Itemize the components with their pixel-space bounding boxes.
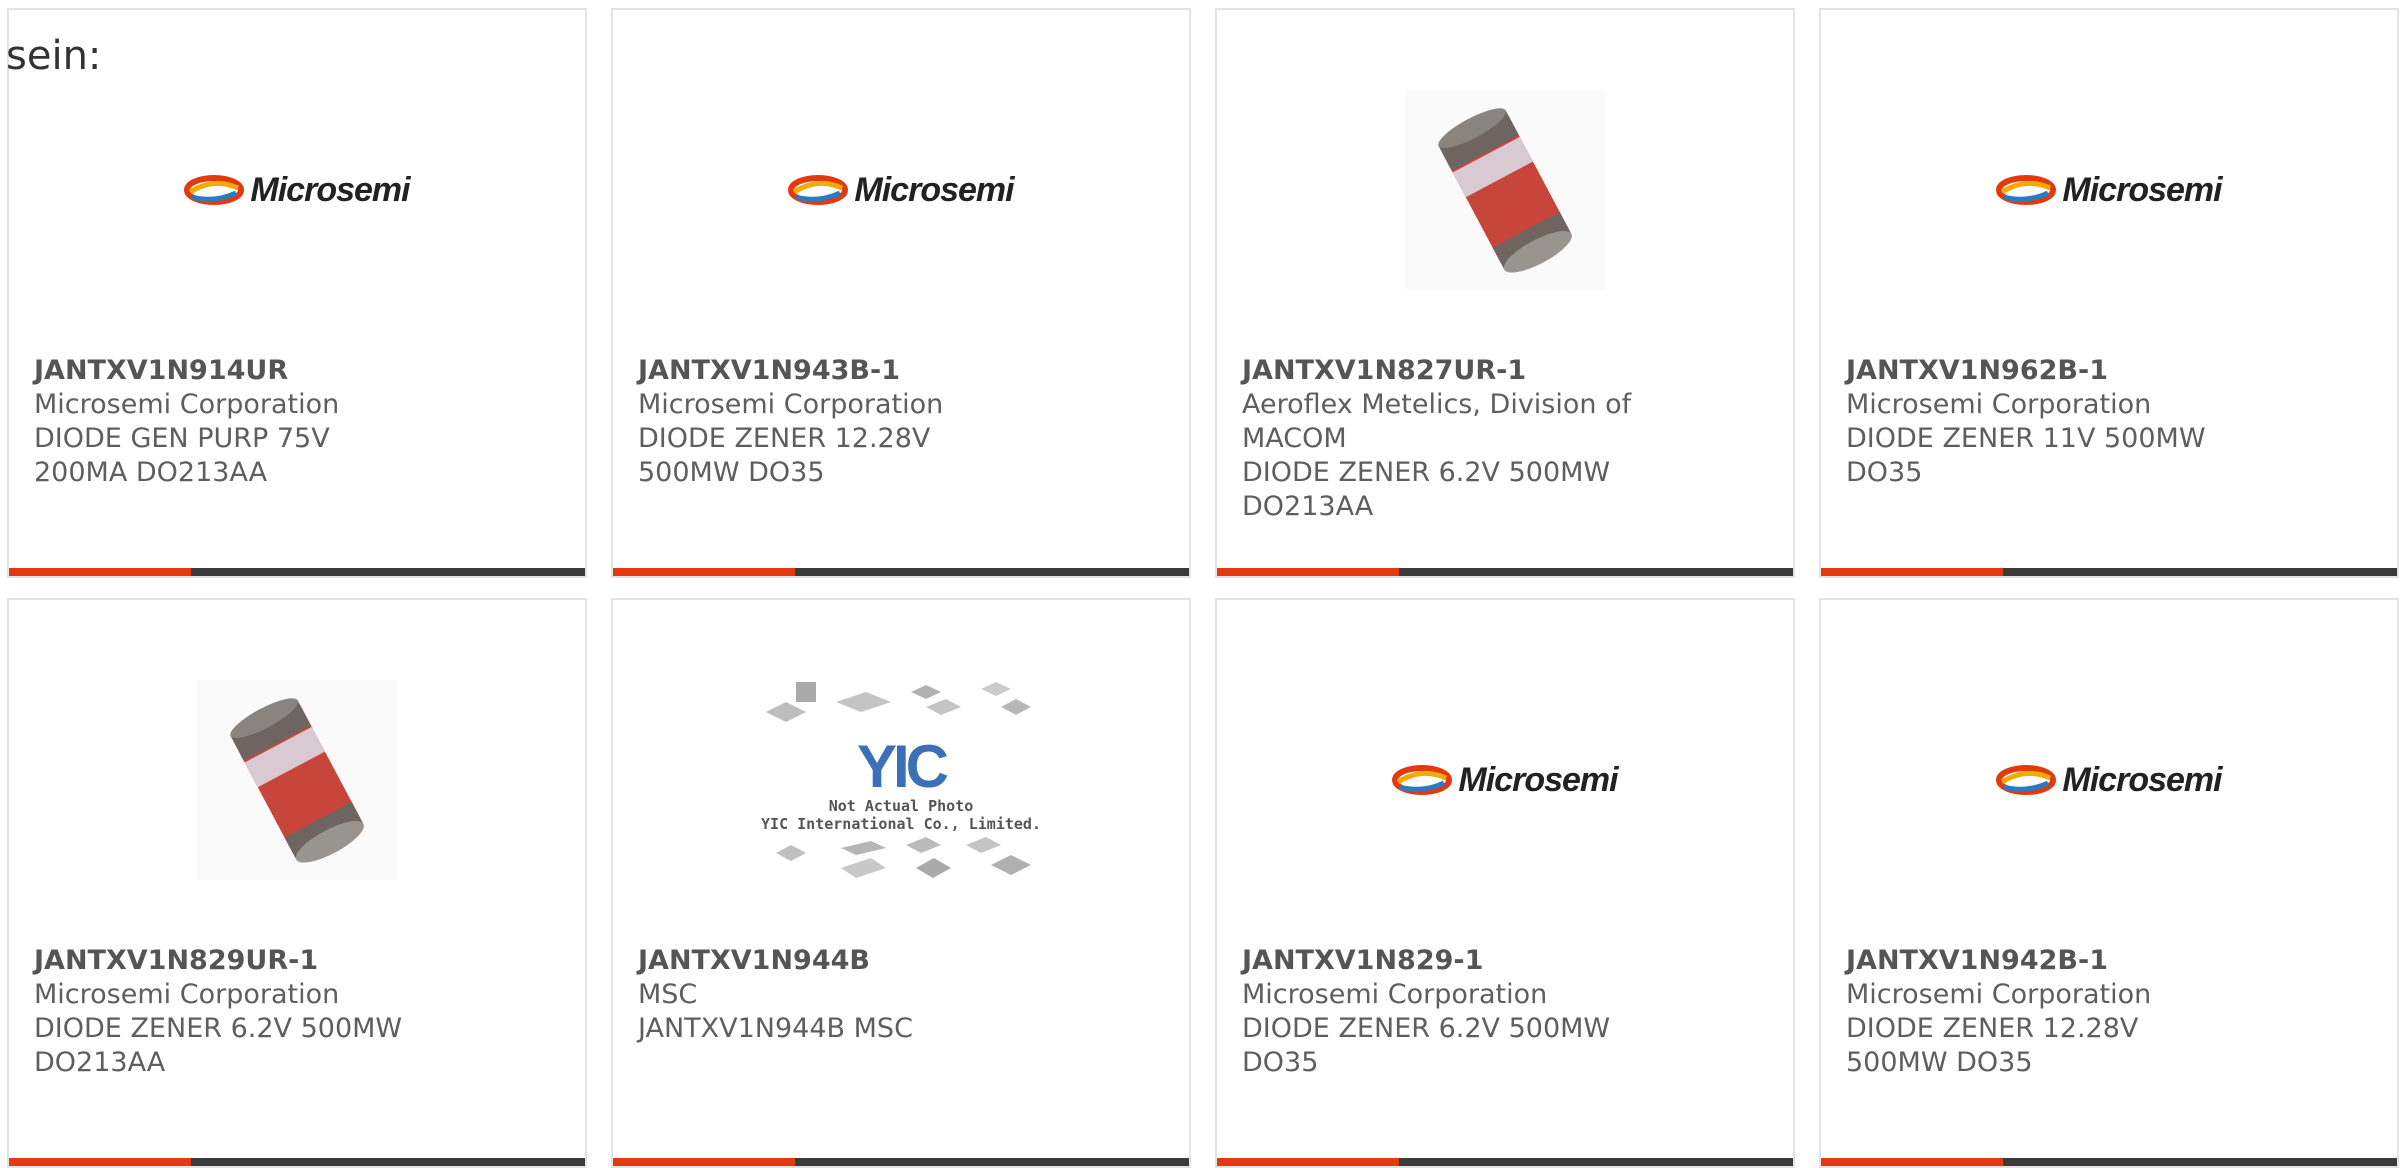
product-image: YIC Not Actual Photo YIC International C… bbox=[613, 660, 1189, 900]
manufacturer: MSC bbox=[638, 979, 698, 1010]
part-number[interactable]: JANTXV1N962B-1 bbox=[1846, 354, 2237, 388]
manufacturer: Microsemi Corporation bbox=[638, 389, 944, 420]
manufacturer: Microsemi Corporation bbox=[1846, 979, 2152, 1010]
diode-photo bbox=[197, 680, 397, 880]
description: DIODE ZENER 6.2V 500MW DO213AA bbox=[34, 1013, 403, 1078]
yic-caption-line2: YIC International Co., Limited. bbox=[761, 815, 1041, 833]
card-accent-bar bbox=[613, 568, 1189, 576]
microsemi-logo: Microsemi bbox=[184, 170, 411, 210]
product-card[interactable]: JANTXV1N829UR-1 Microsemi Corporation DI… bbox=[7, 598, 587, 1168]
product-card[interactable]: Microsemi JANTXV1N914UR Microsemi Corpor… bbox=[7, 8, 587, 578]
intro-text: sein: bbox=[6, 33, 102, 79]
product-card[interactable]: Microsemi JANTXV1N942B-1 Microsemi Corpo… bbox=[1819, 598, 2399, 1168]
part-number[interactable]: JANTXV1N829-1 bbox=[1242, 944, 1633, 978]
product-card[interactable]: Microsemi JANTXV1N962B-1 Microsemi Corpo… bbox=[1819, 8, 2399, 578]
yic-caption-line1: Not Actual Photo bbox=[828, 797, 974, 815]
product-image: Microsemi bbox=[9, 70, 585, 310]
card-accent-bar bbox=[613, 1158, 1189, 1166]
manufacturer: Microsemi Corporation bbox=[1242, 979, 1548, 1010]
card-accent-bar bbox=[1217, 568, 1793, 576]
card-accent-bar bbox=[9, 568, 585, 576]
manufacturer: Aeroflex Metelics, Division of MACOM bbox=[1242, 389, 1632, 454]
microsemi-logo: Microsemi bbox=[1996, 760, 2223, 800]
microsemi-logo: Microsemi bbox=[1996, 170, 2223, 210]
part-number[interactable]: JANTXV1N914UR bbox=[34, 354, 425, 388]
logo-text: Microsemi bbox=[2062, 760, 2222, 799]
yic-placeholder: YIC Not Actual Photo YIC International C… bbox=[761, 677, 1041, 883]
product-image: Microsemi bbox=[1217, 660, 1793, 900]
diode-photo bbox=[1405, 90, 1605, 290]
card-accent-bar bbox=[1821, 568, 2397, 576]
product-card[interactable]: Microsemi JANTXV1N943B-1 Microsemi Corpo… bbox=[611, 8, 1191, 578]
manufacturer: Microsemi Corporation bbox=[1846, 389, 2152, 420]
manufacturer: Microsemi Corporation bbox=[34, 389, 340, 420]
description: DIODE ZENER 6.2V 500MW DO213AA bbox=[1242, 457, 1611, 522]
description: DIODE ZENER 12.28V 500MW DO35 bbox=[1846, 1013, 2139, 1078]
card-accent-bar bbox=[1821, 1158, 2397, 1166]
product-card[interactable]: JANTXV1N827UR-1 Aeroflex Metelics, Divis… bbox=[1215, 8, 1795, 578]
microsemi-logo: Microsemi bbox=[1392, 760, 1619, 800]
part-number[interactable]: JANTXV1N944B bbox=[638, 944, 1029, 978]
part-number[interactable]: JANTXV1N942B-1 bbox=[1846, 944, 2237, 978]
chip-packages-icon bbox=[766, 682, 1031, 722]
product-card[interactable]: Microsemi JANTXV1N829-1 Microsemi Corpor… bbox=[1215, 598, 1795, 1168]
product-image bbox=[9, 660, 585, 900]
logo-text: Microsemi bbox=[250, 170, 410, 209]
description: DIODE ZENER 11V 500MW DO35 bbox=[1846, 423, 2206, 488]
description: DIODE GEN PURP 75V 200MA DO213AA bbox=[34, 423, 330, 488]
logo-text: Microsemi bbox=[1458, 760, 1618, 799]
part-number[interactable]: JANTXV1N829UR-1 bbox=[34, 944, 425, 978]
product-image: Microsemi bbox=[1821, 70, 2397, 310]
card-accent-bar bbox=[9, 1158, 585, 1166]
part-number[interactable]: JANTXV1N943B-1 bbox=[638, 354, 1029, 388]
product-image bbox=[1217, 70, 1793, 310]
description: DIODE ZENER 12.28V 500MW DO35 bbox=[638, 423, 931, 488]
logo-text: Microsemi bbox=[2062, 170, 2222, 209]
product-image: Microsemi bbox=[1821, 660, 2397, 900]
chip-packages-icon bbox=[776, 837, 1031, 878]
part-number[interactable]: JANTXV1N827UR-1 bbox=[1242, 354, 1633, 388]
manufacturer: Microsemi Corporation bbox=[34, 979, 340, 1010]
product-image: Microsemi bbox=[613, 70, 1189, 310]
card-accent-bar bbox=[1217, 1158, 1793, 1166]
description: DIODE ZENER 6.2V 500MW DO35 bbox=[1242, 1013, 1611, 1078]
logo-text: Microsemi bbox=[854, 170, 1014, 209]
description: JANTXV1N944B MSC bbox=[638, 1013, 913, 1044]
product-card[interactable]: YIC Not Actual Photo YIC International C… bbox=[611, 598, 1191, 1168]
microsemi-logo: Microsemi bbox=[788, 170, 1015, 210]
yic-logo: YIC bbox=[856, 733, 949, 800]
